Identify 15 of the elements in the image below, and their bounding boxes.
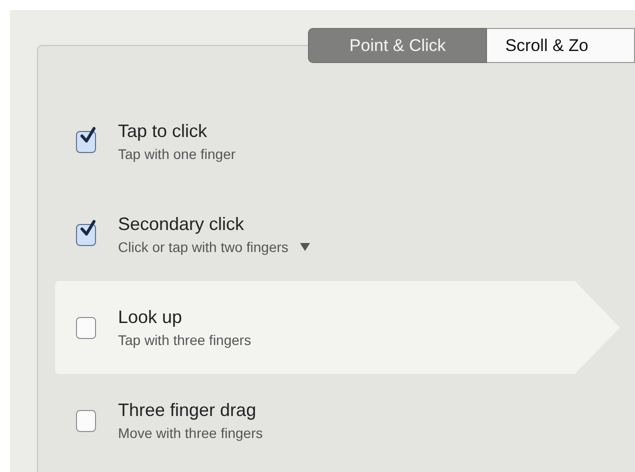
option-row[interactable]: Look up Tap with three fingers [55,281,620,374]
checkbox[interactable] [76,410,96,432]
checkbox[interactable] [76,316,96,338]
option-title: Three finger drag [118,400,258,421]
option-row[interactable]: Three finger drag Move with three fingers [55,374,620,467]
tab[interactable]: Scroll & Zo [487,28,635,63]
option-description: Tap with three fingers [118,332,252,348]
option-description: Click or tap with two fingers [118,239,288,255]
caret-icon[interactable] [300,243,310,251]
option-title: Secondary click [118,214,246,235]
option-description: Move with three fingers [118,425,263,441]
tab[interactable]: Point & Click [308,28,488,63]
option-title: Look up [118,307,184,328]
option-title: Tap to click [118,121,208,142]
option-description: Tap with one finger [118,146,236,162]
